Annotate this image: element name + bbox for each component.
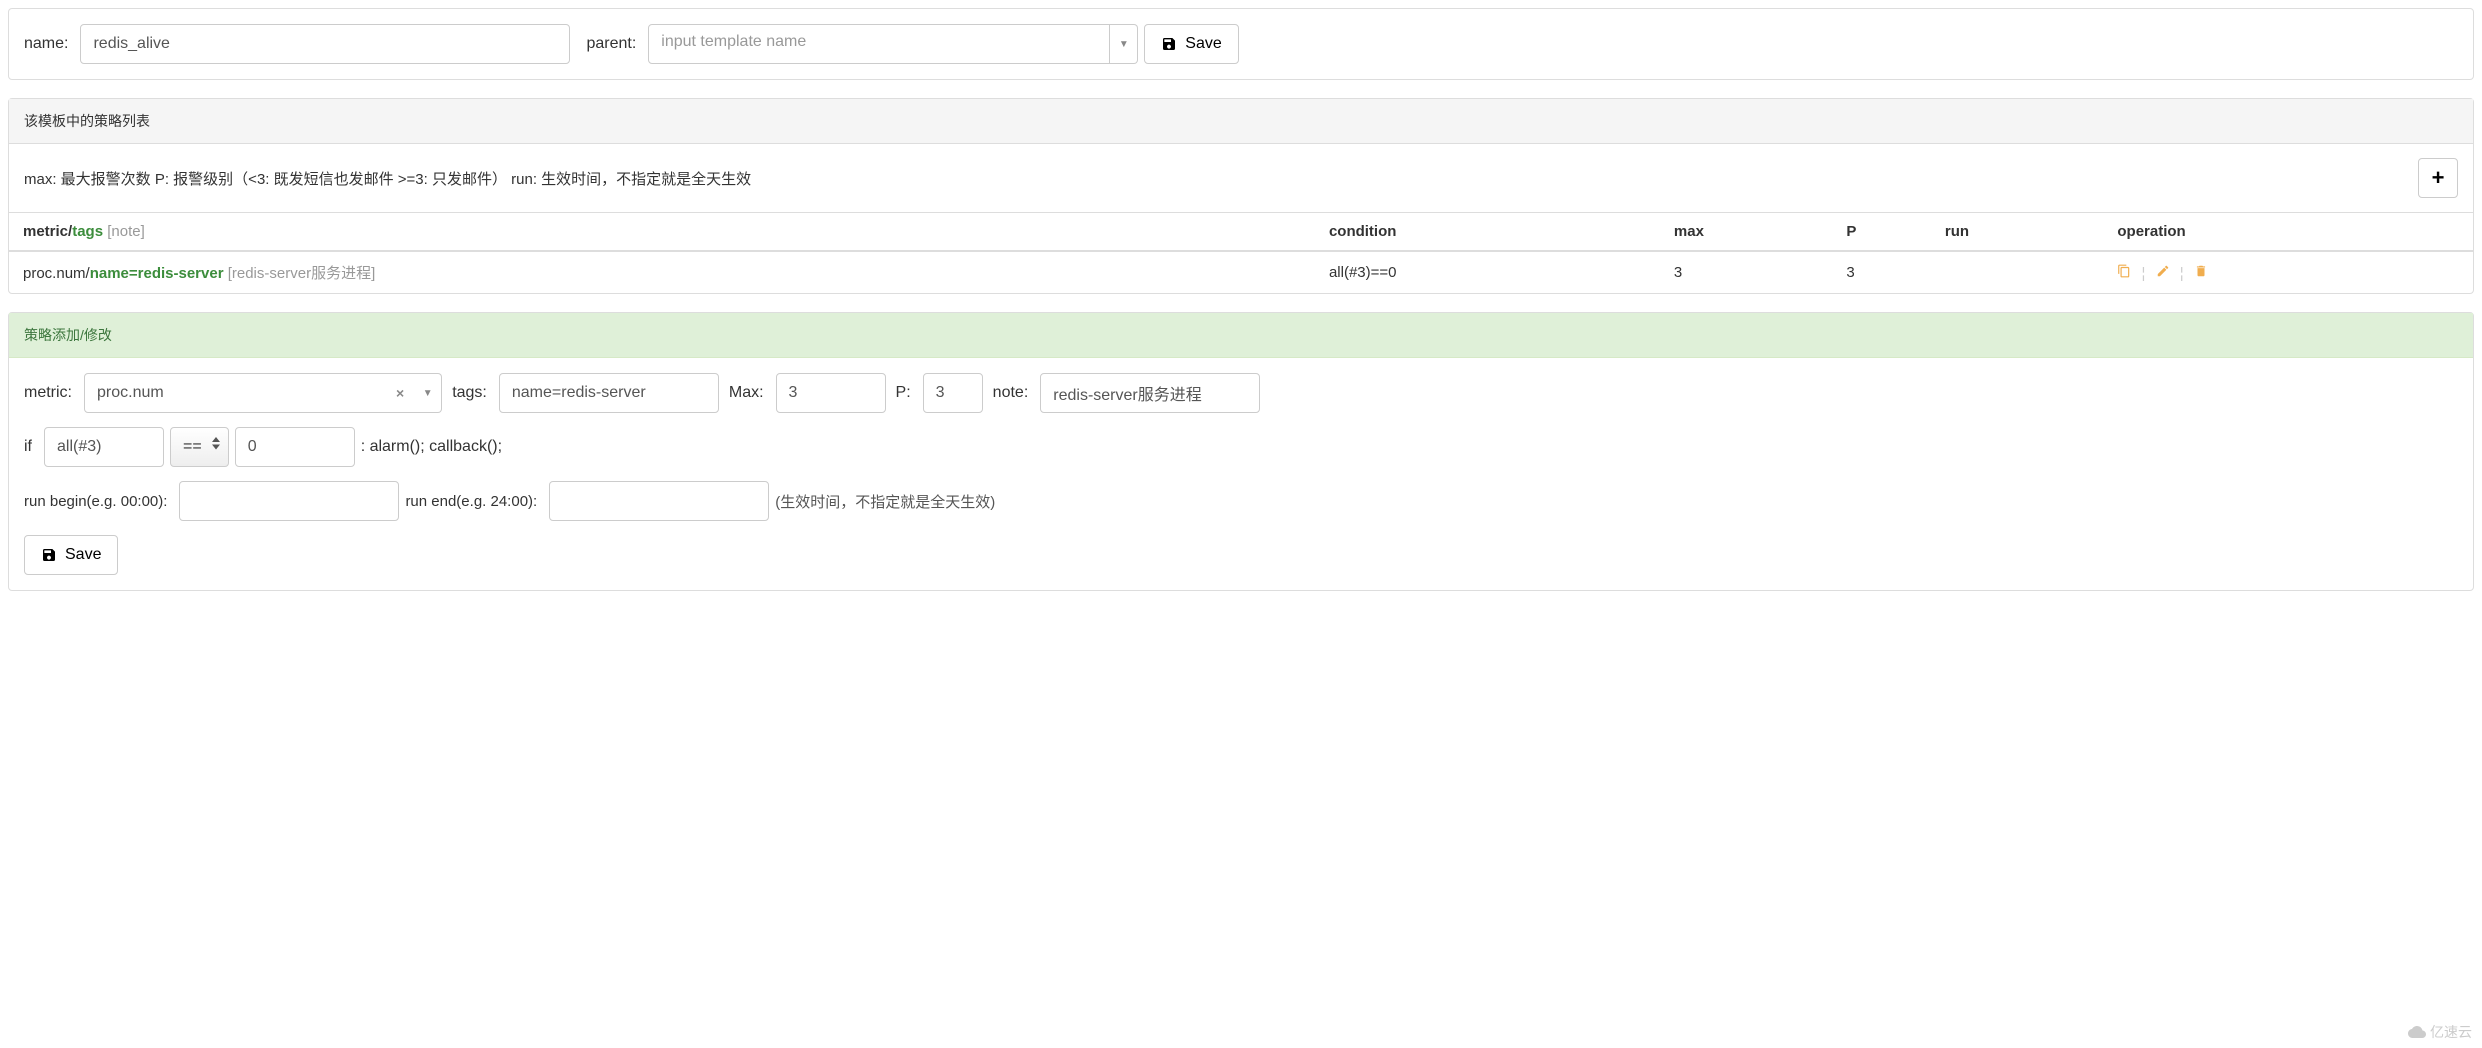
separator: ¦ <box>2142 265 2146 282</box>
chevron-down-icon[interactable]: ▼ <box>414 373 442 413</box>
run-end-input[interactable] <box>549 481 769 521</box>
parent-placeholder: input template name <box>648 24 1110 64</box>
watermark: 亿速云 <box>2408 1022 2472 1042</box>
add-strategy-button[interactable]: + <box>2418 158 2458 198</box>
run-end-label: run end(e.g. 24:00): <box>405 493 537 510</box>
p-label: P: <box>896 384 911 402</box>
col-run: run <box>1931 213 2103 252</box>
max-label: Max: <box>729 384 764 402</box>
form-row-1: metric: × ▼ tags: Max: P: note: <box>24 373 2458 413</box>
strategy-form-panel: 策略添加/修改 metric: × ▼ tags: Max: P: note: … <box>8 312 2474 591</box>
threshold-input[interactable] <box>235 427 355 467</box>
template-header-panel: name: parent: input template name ▼ Save <box>8 8 2474 80</box>
cloud-icon <box>2408 1026 2426 1038</box>
save-icon <box>41 547 57 563</box>
cell-p: 3 <box>1832 251 1931 293</box>
cell-run <box>1931 251 2103 293</box>
note-label: note: <box>993 384 1029 402</box>
alarm-text: : alarm(); callback(); <box>361 438 502 456</box>
chevron-down-icon[interactable]: ▼ <box>1110 24 1138 64</box>
save-button-label: Save <box>1185 35 1221 53</box>
strategy-form-body: metric: × ▼ tags: Max: P: note: if == : … <box>9 358 2473 590</box>
strategy-form-title: 策略添加/修改 <box>9 313 2473 358</box>
strategy-table: metric/tags [note] condition max P run o… <box>9 212 2473 293</box>
form-row-2: if == : alarm(); callback(); <box>24 427 2458 467</box>
strategy-list-desc-row: max: 最大报警次数 P: 报警级别（<3: 既发短信也发邮件 >=3: 只发… <box>9 144 2473 212</box>
form-save-button[interactable]: Save <box>24 535 118 575</box>
if-label: if <box>24 438 32 456</box>
metric-input[interactable] <box>84 373 424 413</box>
form-save-button-label: Save <box>65 546 101 564</box>
save-button[interactable]: Save <box>1144 24 1238 64</box>
cell-operation: ¦ ¦ <box>2103 251 2473 293</box>
col-operation: operation <box>2103 213 2473 252</box>
operator-value: == <box>183 438 202 456</box>
save-icon <box>1161 36 1177 52</box>
strategy-list-description: max: 最大报警次数 P: 报警级别（<3: 既发短信也发邮件 >=3: 只发… <box>24 168 751 189</box>
note-input[interactable] <box>1040 373 1260 413</box>
col-p: P <box>1832 213 1931 252</box>
run-begin-input[interactable] <box>179 481 399 521</box>
copy-icon[interactable] <box>2117 265 2135 282</box>
tags-input[interactable] <box>499 373 719 413</box>
p-input[interactable] <box>923 373 983 413</box>
form-row-3: run begin(e.g. 00:00): run end(e.g. 24:0… <box>24 481 2458 521</box>
func-input[interactable] <box>44 427 164 467</box>
cell-metric: proc.num/name=redis-server [redis-server… <box>9 251 1315 293</box>
tags-label: tags: <box>452 384 487 402</box>
cell-max: 3 <box>1660 251 1832 293</box>
run-begin-label: run begin(e.g. 00:00): <box>24 493 167 510</box>
name-label: name: <box>24 35 68 53</box>
table-row: proc.num/name=redis-server [redis-server… <box>9 251 2473 293</box>
edit-icon[interactable] <box>2156 265 2174 282</box>
parent-label: parent: <box>586 35 636 53</box>
parent-select[interactable]: input template name ▼ <box>648 24 1138 64</box>
strategy-list-title: 该模板中的策略列表 <box>9 99 2473 144</box>
col-metric: metric/tags [note] <box>9 213 1315 252</box>
table-header-row: metric/tags [note] condition max P run o… <box>9 213 2473 252</box>
run-hint: (生效时间，不指定就是全天生效) <box>775 491 995 512</box>
strategy-list-panel: 该模板中的策略列表 max: 最大报警次数 P: 报警级别（<3: 既发短信也发… <box>8 98 2474 294</box>
metric-label: metric: <box>24 384 72 402</box>
name-input[interactable] <box>80 24 570 64</box>
col-condition: condition <box>1315 213 1660 252</box>
form-row-4: Save <box>24 535 2458 575</box>
cell-condition: all(#3)==0 <box>1315 251 1660 293</box>
separator: ¦ <box>2180 265 2184 282</box>
operator-select[interactable]: == <box>170 427 229 467</box>
col-max: max <box>1660 213 1832 252</box>
max-input[interactable] <box>776 373 886 413</box>
delete-icon[interactable] <box>2194 265 2208 282</box>
metric-combo[interactable]: × ▼ <box>84 373 442 413</box>
template-header-row: name: parent: input template name ▼ Save <box>9 9 2473 79</box>
clear-icon[interactable]: × <box>396 385 404 401</box>
